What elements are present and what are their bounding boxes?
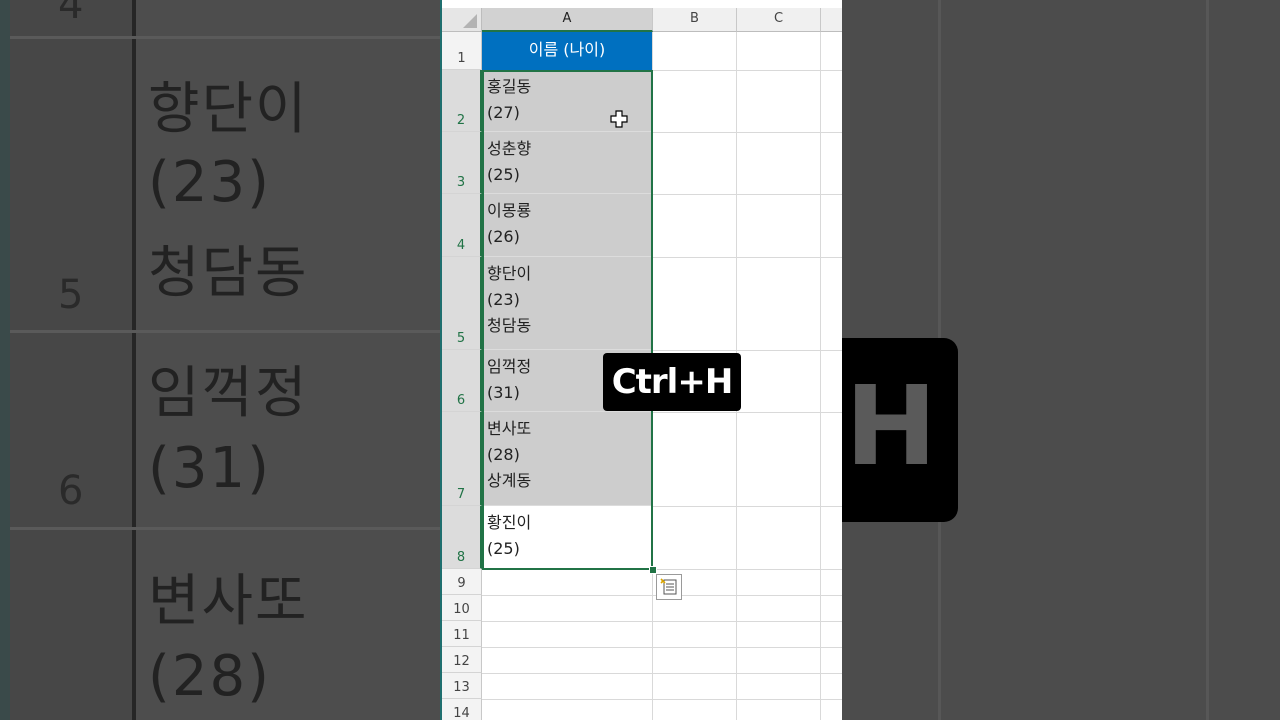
- row-number: 12: [453, 654, 470, 669]
- gridline-vertical: [820, 32, 821, 720]
- gridline-horizontal: [482, 673, 842, 674]
- cell-a4[interactable]: 이몽룡 (26): [482, 194, 652, 257]
- row-header-1[interactable]: 1: [442, 32, 482, 70]
- background-text: (23): [148, 150, 271, 215]
- row-header-3[interactable]: 3: [442, 132, 482, 194]
- background-row-number: 4: [58, 0, 84, 28]
- row-number: 13: [453, 680, 470, 695]
- row-header-5[interactable]: 5: [442, 257, 482, 350]
- background-text: 임꺽정: [148, 361, 309, 426]
- row-number: 5: [456, 331, 466, 346]
- background-gridline: [10, 527, 440, 530]
- row-number: 7: [456, 487, 466, 502]
- background-gridline: [1206, 0, 1209, 720]
- row-header-14[interactable]: 14: [442, 699, 482, 720]
- quick-analysis-button[interactable]: [656, 574, 682, 600]
- column-header-b[interactable]: B: [653, 8, 737, 32]
- row-header-13[interactable]: 13: [442, 673, 482, 699]
- row-header-8[interactable]: 8: [442, 506, 482, 569]
- cell-a8[interactable]: 황진이 (25): [482, 506, 652, 569]
- row-header-10[interactable]: 10: [442, 595, 482, 621]
- row-header-2[interactable]: 2: [442, 70, 482, 132]
- background-row-number: 6: [58, 468, 84, 514]
- cell-a3[interactable]: 성춘향 (25): [482, 132, 652, 194]
- fill-handle[interactable]: [649, 566, 657, 574]
- background-text: 변사또: [148, 569, 309, 634]
- cell-a5[interactable]: 향단이 (23) 청담동: [482, 257, 652, 350]
- background-text: 청담동: [148, 241, 309, 306]
- row-header-4[interactable]: 4: [442, 194, 482, 257]
- background-row-number: 5: [58, 272, 84, 318]
- sheet-top-edge: [442, 0, 842, 8]
- background-left-strip: [0, 0, 10, 720]
- shortcut-key-badge: Ctrl+H: [603, 353, 741, 411]
- row-number: 9: [457, 576, 466, 591]
- background-text: (28): [148, 644, 271, 709]
- column-header-partial[interactable]: [821, 8, 842, 32]
- cell-a1-header[interactable]: 이름 (나이): [482, 32, 652, 70]
- row-number: 14: [453, 706, 470, 720]
- background-gridline: [10, 330, 440, 333]
- row-header-9[interactable]: 9: [442, 569, 482, 595]
- background-row-header: [10, 0, 132, 720]
- row-header-6[interactable]: 6: [442, 350, 482, 412]
- row-number: 3: [456, 175, 466, 190]
- cell-a7[interactable]: 변사또 (28) 상계동: [482, 412, 652, 506]
- column-header-c[interactable]: C: [737, 8, 821, 32]
- cell-select-cross-icon: [610, 110, 628, 128]
- column-header-a[interactable]: A: [482, 8, 653, 32]
- gridline-horizontal: [482, 621, 842, 622]
- row-number: 4: [456, 238, 466, 253]
- background-text: 향단이: [148, 77, 309, 142]
- row-header-7[interactable]: 7: [442, 412, 482, 506]
- row-header-12[interactable]: 12: [442, 647, 482, 673]
- select-all-triangle-icon: [463, 14, 477, 28]
- row-number: 10: [453, 602, 470, 617]
- row-number: 6: [456, 393, 466, 408]
- quick-analysis-icon: [660, 578, 677, 595]
- row-number: 2: [456, 113, 466, 128]
- gridline-horizontal: [482, 699, 842, 700]
- background-gridline: [10, 36, 440, 39]
- row-number: 1: [457, 51, 466, 66]
- background-text: (31): [148, 436, 271, 501]
- background-column-line: [132, 0, 136, 720]
- select-all-button[interactable]: [442, 8, 482, 32]
- row-number: 11: [453, 628, 470, 643]
- row-number: 8: [456, 550, 466, 565]
- gridline-horizontal: [482, 647, 842, 648]
- row-header-11[interactable]: 11: [442, 621, 482, 647]
- background-key-letter: H: [845, 362, 938, 490]
- gridline-horizontal: [482, 569, 842, 570]
